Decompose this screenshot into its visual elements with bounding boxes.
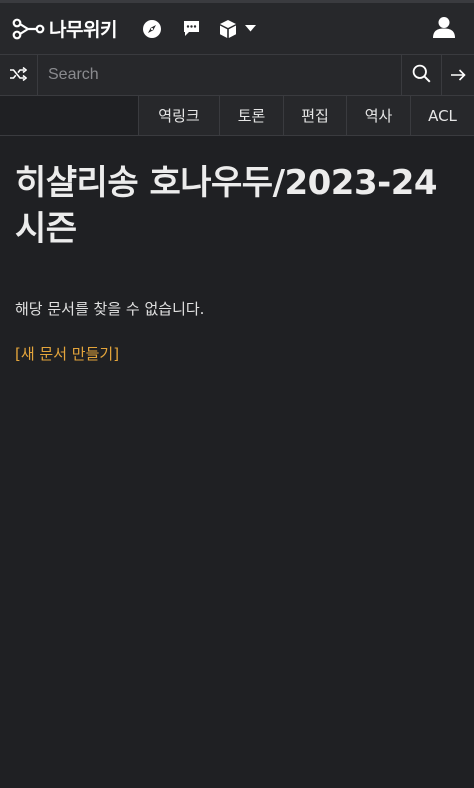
recent-changes-button[interactable]	[133, 9, 172, 49]
random-page-button[interactable]	[0, 55, 38, 95]
box-icon	[218, 19, 238, 39]
document-tabs: 역링크 토론 편집 역사 ACL	[0, 96, 474, 136]
create-document-link[interactable]: [새 문서 만들기]	[15, 343, 119, 364]
site-logo[interactable]: 나무위키	[12, 15, 117, 42]
top-navbar: 나무위키	[0, 0, 474, 54]
page-title: 히샬리송 호나우두/2023-24 시즌	[15, 163, 438, 249]
main-content: 히샬리송 호나우두/2023-24 시즌 해당 문서를 찾을 수 없습니다. […	[0, 136, 474, 364]
caret-down-icon	[244, 25, 256, 32]
recent-discussions-button[interactable]	[172, 9, 211, 49]
user-menu-button[interactable]	[424, 9, 464, 49]
search-bar	[0, 54, 474, 96]
tab-backlinks[interactable]: 역링크	[138, 96, 219, 135]
search-input[interactable]	[38, 55, 401, 95]
shuffle-icon	[10, 66, 28, 85]
tab-discussion[interactable]: 토론	[219, 96, 283, 135]
not-found-message: 해당 문서를 찾을 수 없습니다.	[15, 300, 205, 318]
tab-history[interactable]: 역사	[346, 96, 410, 135]
chat-bubble-icon	[182, 19, 201, 38]
logo-text: 나무위키	[49, 19, 117, 41]
compass-icon	[142, 19, 162, 39]
arrow-right-icon	[450, 66, 466, 85]
user-icon	[433, 16, 455, 42]
tab-edit[interactable]: 편집	[283, 96, 346, 135]
special-features-dropdown[interactable]	[211, 9, 263, 49]
tab-acl[interactable]: ACL	[410, 96, 474, 135]
search-icon	[412, 64, 431, 87]
namu-tree-icon	[12, 17, 46, 41]
search-button[interactable]	[401, 55, 441, 95]
go-button[interactable]	[441, 55, 474, 95]
